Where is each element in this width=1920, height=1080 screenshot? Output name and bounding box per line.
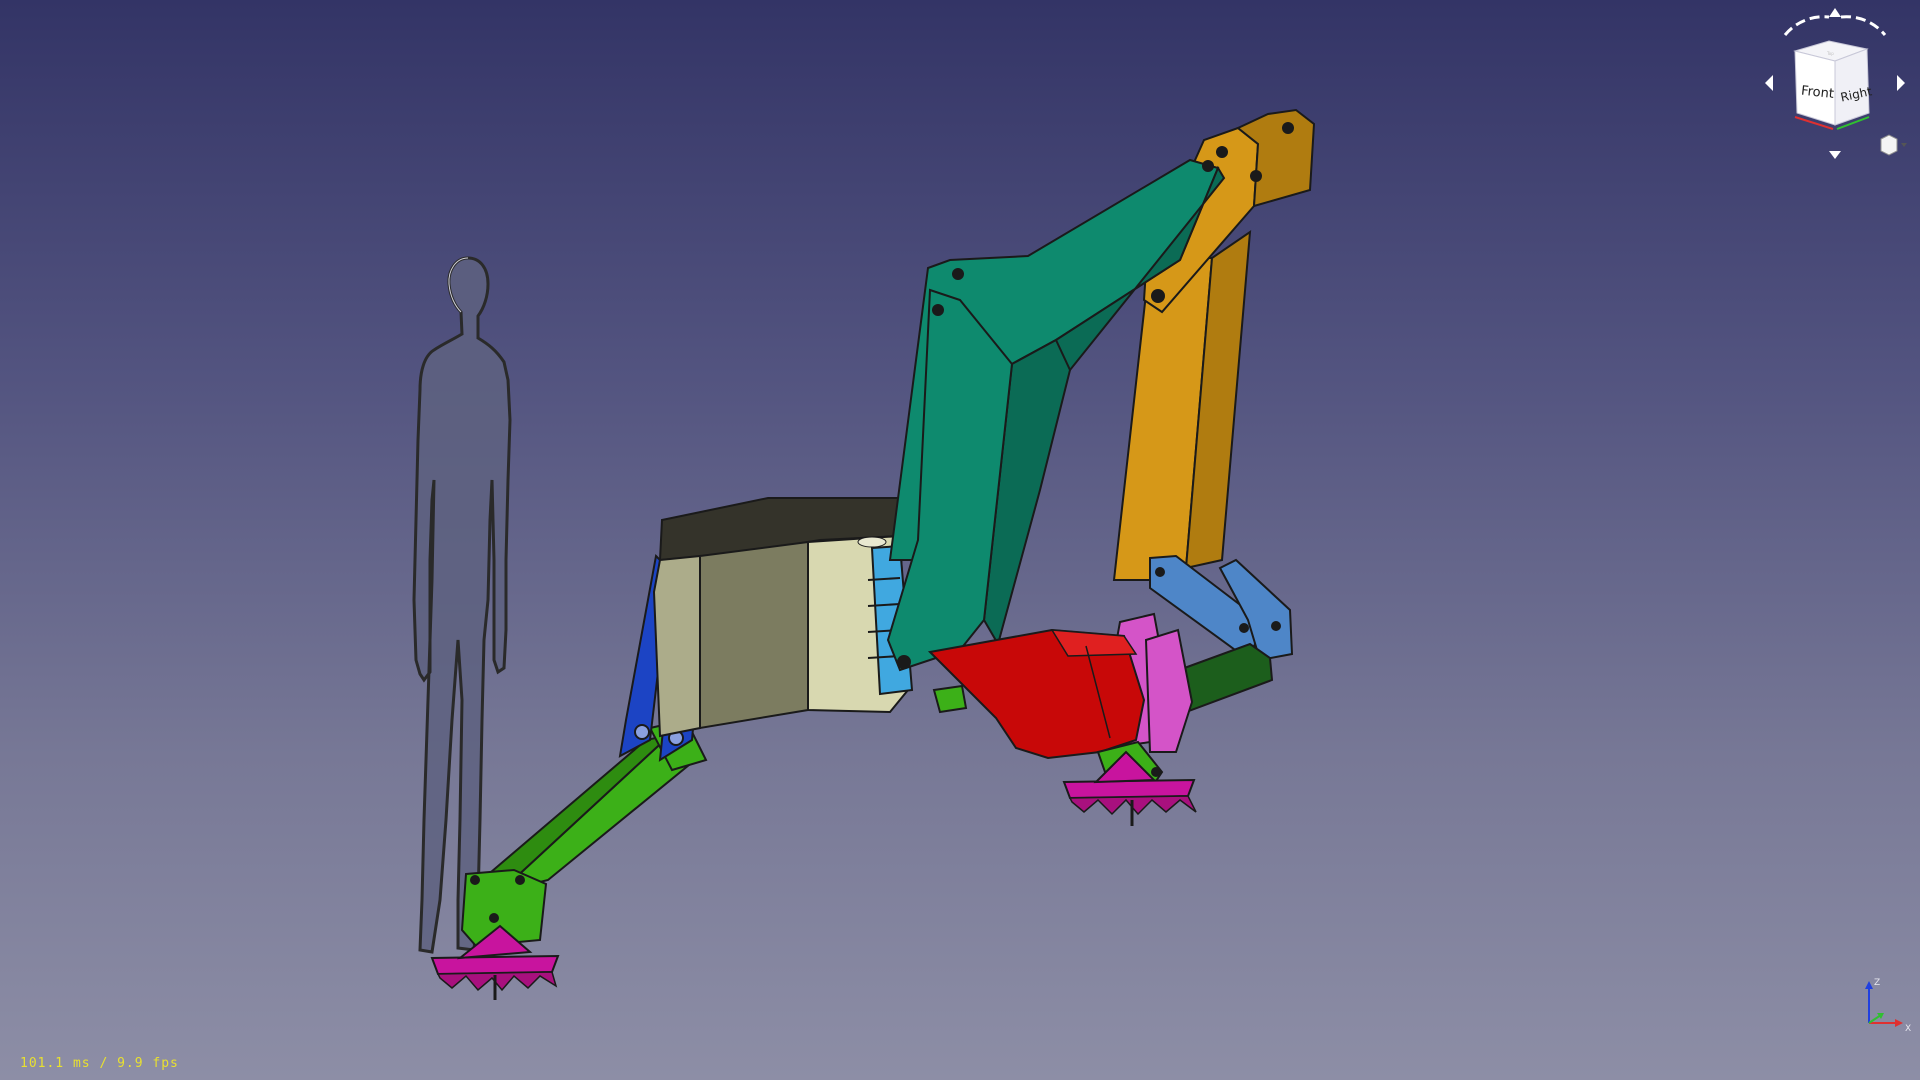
nav-up-arrow-icon[interactable]: [1829, 8, 1841, 17]
small-green-link[interactable]: [932, 684, 968, 714]
navigation-cube[interactable]: Front Right Top: [1755, 5, 1915, 165]
bucket-side-plate-right[interactable]: [1144, 628, 1194, 753]
axis-triad: Z X: [1865, 978, 1911, 1034]
rotate-right-arrow-icon[interactable]: [1840, 15, 1887, 36]
nav-right-arrow-icon[interactable]: [1897, 75, 1905, 91]
base-left-face[interactable]: [652, 554, 708, 738]
axis-x-label: X: [1905, 1024, 1911, 1034]
base-front-face[interactable]: [699, 540, 809, 730]
nav-down-arrow-icon[interactable]: [1829, 151, 1841, 159]
human-scale-silhouette[interactable]: [412, 256, 512, 954]
axis-z-label: Z: [1874, 978, 1880, 988]
view-menu-cube-icon[interactable]: [1880, 134, 1898, 156]
right-foot-pad[interactable]: [1062, 778, 1196, 800]
3d-viewport[interactable]: Front Right Top Z X 101.1 ms / 9.9 fps: [0, 0, 1920, 1080]
rotate-left-arrow-icon[interactable]: [1783, 15, 1830, 36]
left-foot-pad[interactable]: [430, 954, 560, 976]
cube-top-label: Top: [1826, 51, 1834, 56]
fps-readout: 101.1 ms / 9.9 fps: [20, 1056, 179, 1071]
nav-left-arrow-icon[interactable]: [1765, 75, 1773, 91]
excavator-model-scene[interactable]: [0, 0, 1920, 1080]
